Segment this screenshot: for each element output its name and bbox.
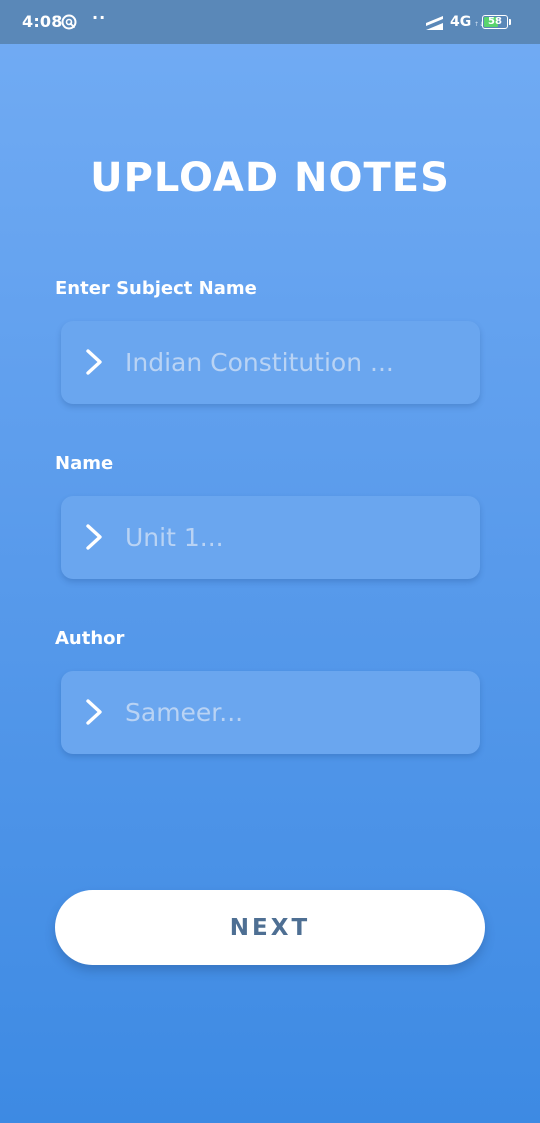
name-input[interactable] — [125, 516, 455, 558]
signal-strength-icon — [426, 16, 443, 30]
author-field[interactable] — [61, 671, 480, 754]
app-notification-icon — [61, 14, 77, 30]
author-input[interactable] — [125, 691, 455, 733]
battery-tip — [509, 19, 511, 25]
battery-icon: 58 — [482, 15, 508, 29]
name-field[interactable] — [61, 496, 480, 579]
subject-name-label: Enter Subject Name — [55, 278, 257, 299]
status-bar: 4:08 ·· 4G ↑↓ 58 — [0, 0, 540, 44]
next-button[interactable]: NEXT — [55, 890, 485, 965]
battery-level: 58 — [488, 16, 502, 27]
author-label: Author — [55, 628, 125, 649]
notification-dots: ·· — [92, 8, 107, 27]
subject-name-input[interactable] — [125, 341, 455, 383]
page-title: UPLOAD NOTES — [90, 155, 450, 201]
chevron-right-icon — [86, 524, 102, 550]
chevron-right-icon — [86, 349, 102, 375]
status-time: 4:08 — [22, 12, 63, 31]
subject-name-field[interactable] — [61, 321, 480, 404]
network-type: 4G — [450, 14, 472, 30]
name-label: Name — [55, 453, 114, 474]
chevron-right-icon — [86, 699, 102, 725]
